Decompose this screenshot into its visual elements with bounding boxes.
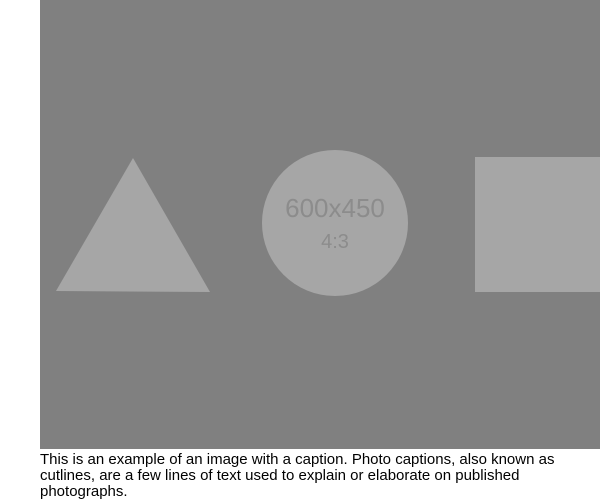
image-caption: This is an example of an image with a ca… (40, 451, 555, 500)
circle-shape (262, 150, 408, 296)
placeholder-shapes (56, 150, 600, 296)
square-shape (475, 157, 600, 292)
image-placeholder: 600x450 4:3 (40, 0, 600, 449)
image-dimensions-label: 600x450 (285, 193, 385, 223)
figure: 600x450 4:3 This is an example of an ima… (40, 0, 600, 502)
aspect-ratio-label: 4:3 (321, 231, 349, 253)
triangle-shape (56, 158, 210, 292)
